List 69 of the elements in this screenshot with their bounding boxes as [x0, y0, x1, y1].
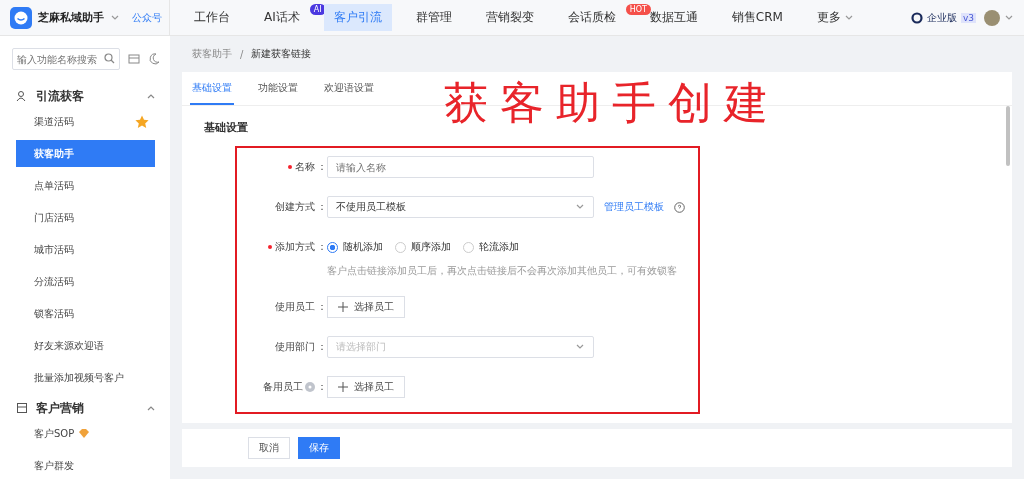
menu-item[interactable]: 点单活码 — [16, 172, 155, 199]
select-staff-button[interactable]: 选择员工 — [327, 376, 405, 398]
menu-item[interactable]: 客户SOP — [16, 420, 155, 447]
nav-tab[interactable]: 更多 — [806, 4, 864, 31]
menu-item[interactable]: 获客助手 — [16, 140, 155, 167]
nav-tab[interactable]: AI话术 — [254, 4, 310, 31]
search-field[interactable]: 输入功能名称搜索 — [12, 48, 120, 70]
menu-item[interactable]: 锁客活码 — [16, 300, 155, 327]
field-label: 备用员工 — [263, 380, 303, 394]
brand-name: 芝麻私域助手 — [38, 10, 104, 25]
radio-label[interactable]: 随机添加 — [343, 240, 383, 254]
text-input[interactable]: 请输入名称 — [327, 156, 594, 178]
menu-item[interactable]: 分流活码 — [16, 268, 155, 295]
menu-item[interactable]: 渠道活码 — [16, 108, 155, 135]
field-label: 添加方式 — [275, 240, 315, 254]
nav-tab[interactable]: 营销裂变 — [475, 4, 544, 31]
person-icon — [16, 90, 28, 102]
menu-group[interactable]: 客户营销 — [0, 396, 170, 420]
help-icon — [674, 201, 685, 213]
scrollbar[interactable] — [1006, 106, 1010, 166]
section-title: 基础设置 — [204, 121, 248, 134]
cancel-button[interactable]: 取消 — [248, 437, 290, 459]
calendar-icon — [16, 402, 28, 414]
label-colon: ： — [317, 300, 327, 314]
avatar[interactable] — [984, 9, 1000, 26]
label-colon: ： — [317, 200, 327, 214]
account-link[interactable]: 公众号 — [132, 10, 162, 25]
manage-template-link[interactable]: 管理员工模板 — [604, 200, 664, 214]
menu-item[interactable]: 城市活码 — [16, 236, 155, 263]
nav-tab[interactable]: 群管理 — [405, 4, 462, 31]
breadcrumb-separator: / — [240, 48, 244, 60]
nav-badge: HOT — [625, 4, 651, 15]
select-staff-button[interactable]: 选择员工 — [327, 296, 405, 318]
ring-logo-icon — [910, 11, 923, 24]
edition-label: 企业版 — [926, 10, 957, 25]
nav-tab[interactable]: 销售CRM — [721, 4, 793, 31]
radio-button[interactable] — [327, 241, 338, 253]
label-colon: ： — [317, 340, 327, 354]
annotation-title: 获客助手创建 — [444, 76, 780, 130]
dropdown[interactable]: 不使用员工模板 — [327, 196, 594, 218]
logo-icon — [10, 6, 32, 29]
field-label: 创建方式 — [275, 200, 315, 214]
layout-icon — [128, 53, 140, 65]
search-icon — [104, 53, 115, 64]
field-label: 使用部门 — [275, 340, 315, 354]
breadcrumb-item: 新建获客链接 — [251, 47, 312, 61]
label-colon: ： — [317, 380, 327, 394]
label-colon: ： — [317, 240, 327, 254]
menu-item[interactable]: 门店活码 — [16, 204, 155, 231]
menu-group[interactable]: 引流获客 — [0, 84, 170, 108]
radio-label[interactable]: 轮流添加 — [479, 240, 519, 254]
radio-label[interactable]: 顺序添加 — [411, 240, 451, 254]
nav-tab[interactable]: 工作台 — [184, 4, 240, 31]
moon-icon — [148, 53, 160, 65]
menu-item[interactable]: 批量添加视频号客户 — [16, 364, 155, 391]
menu-item[interactable]: 客户群发 — [16, 452, 155, 479]
tab[interactable]: 基础设置 — [190, 72, 234, 105]
version-badge: v3 — [960, 12, 976, 23]
plus-icon — [338, 382, 348, 392]
field-label: 使用员工 — [275, 300, 315, 314]
field-label: 名称 — [295, 160, 315, 174]
save-button[interactable]: 保存 — [298, 437, 340, 459]
tab[interactable]: 功能设置 — [256, 72, 300, 105]
tab[interactable]: 欢迎语设置 — [322, 72, 376, 105]
hint-text: 客户点击链接添加员工后，再次点击链接后不会再次添加其他员工，可有效锁客 — [327, 264, 677, 278]
plus-icon — [338, 302, 348, 312]
nav-tab[interactable]: 会话质检 — [557, 4, 626, 31]
menu-item[interactable]: 好友来源欢迎语 — [16, 332, 155, 359]
label-colon: ： — [317, 160, 327, 174]
